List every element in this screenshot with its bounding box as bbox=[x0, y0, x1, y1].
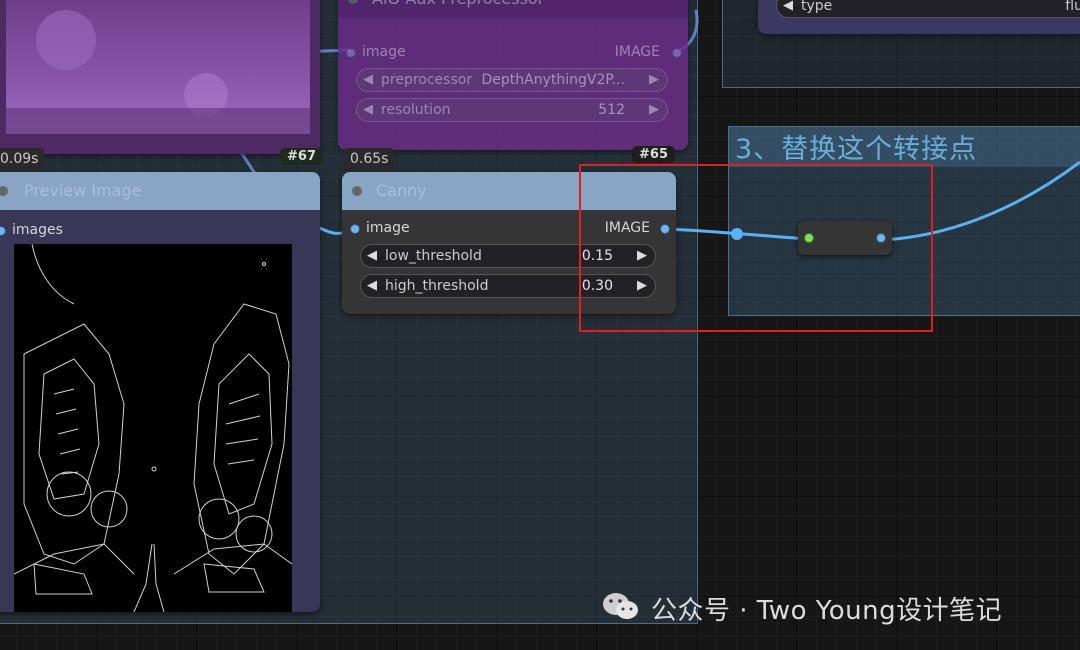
low-threshold-name: low_threshold bbox=[385, 248, 482, 264]
canny-title: Canny bbox=[376, 181, 427, 200]
aux-resolution-prev-icon[interactable]: ◀ bbox=[363, 99, 373, 121]
node-top-right[interactable]: ◀ type flu bbox=[758, 0, 1080, 34]
aux-preprocessor-name: preprocessor bbox=[381, 72, 473, 88]
aux-input-label: image bbox=[362, 44, 406, 60]
highlight-annotation-box bbox=[579, 164, 933, 332]
aux-preprocessor-value: DepthAnythingV2P... bbox=[481, 72, 626, 88]
canny-input-label: image bbox=[366, 220, 410, 236]
type-widget-name: type bbox=[801, 0, 833, 14]
preview-title-bar[interactable]: Preview Image bbox=[0, 172, 320, 210]
preview-exec-time: 0.09s bbox=[0, 148, 45, 170]
edge-map-image bbox=[14, 244, 292, 612]
high-threshold-decrease-icon[interactable]: ◀ bbox=[367, 275, 377, 297]
aux-preprocessor-prev-icon[interactable]: ◀ bbox=[363, 69, 373, 91]
canny-exec-time: 0.65s bbox=[344, 148, 395, 170]
aux-input-slot[interactable] bbox=[346, 48, 356, 58]
node-top-left-preview[interactable] bbox=[0, 0, 320, 154]
type-widget-value: flu bbox=[1065, 0, 1080, 14]
top-left-preview-image bbox=[6, 0, 310, 134]
aux-resolution-next-icon[interactable]: ▶ bbox=[649, 99, 659, 121]
node-aio-aux-preprocessor[interactable]: AIO Aux Preprocessor image IMAGE ◀ prepr… bbox=[338, 0, 688, 150]
canny-collapse-dot[interactable] bbox=[352, 186, 362, 196]
preview-collapse-dot[interactable] bbox=[0, 186, 8, 196]
aux-title-bar[interactable]: AIO Aux Preprocessor bbox=[338, 0, 688, 18]
aux-resolution-value: 512 bbox=[598, 102, 625, 118]
aux-resolution-widget[interactable]: ◀ resolution 512 ▶ bbox=[356, 98, 668, 122]
canny-node-id-badge: #65 bbox=[632, 146, 675, 163]
wechat-icon bbox=[603, 593, 638, 619]
preview-input-slot[interactable] bbox=[0, 226, 6, 236]
watermark-text: 公众号 · Two Young设计笔记 bbox=[651, 596, 1003, 626]
preview-node-id-badge: #67 bbox=[280, 148, 323, 165]
aux-collapse-dot[interactable] bbox=[348, 0, 358, 4]
node-preview-image[interactable]: Preview Image images bbox=[0, 172, 320, 612]
aux-resolution-name: resolution bbox=[381, 102, 451, 118]
aux-title: AIO Aux Preprocessor bbox=[372, 0, 544, 18]
top-left-art-shapes bbox=[6, 10, 310, 134]
canny-input-slot[interactable] bbox=[350, 224, 360, 234]
type-prev-icon[interactable]: ◀ bbox=[783, 0, 793, 17]
aux-output-slot[interactable] bbox=[672, 48, 682, 58]
preview-image-canvas bbox=[14, 244, 292, 612]
aux-preprocessor-next-icon[interactable]: ▶ bbox=[649, 69, 659, 91]
aux-output-label: IMAGE bbox=[614, 44, 660, 60]
aux-preprocessor-widget[interactable]: ◀ preprocessor DepthAnythingV2P... ▶ bbox=[356, 68, 668, 92]
preview-title: Preview Image bbox=[24, 181, 142, 200]
preview-input-label: images bbox=[12, 222, 63, 238]
type-widget[interactable]: ◀ type flu bbox=[776, 0, 1080, 18]
high-threshold-name: high_threshold bbox=[385, 278, 489, 294]
low-threshold-decrease-icon[interactable]: ◀ bbox=[367, 245, 377, 267]
